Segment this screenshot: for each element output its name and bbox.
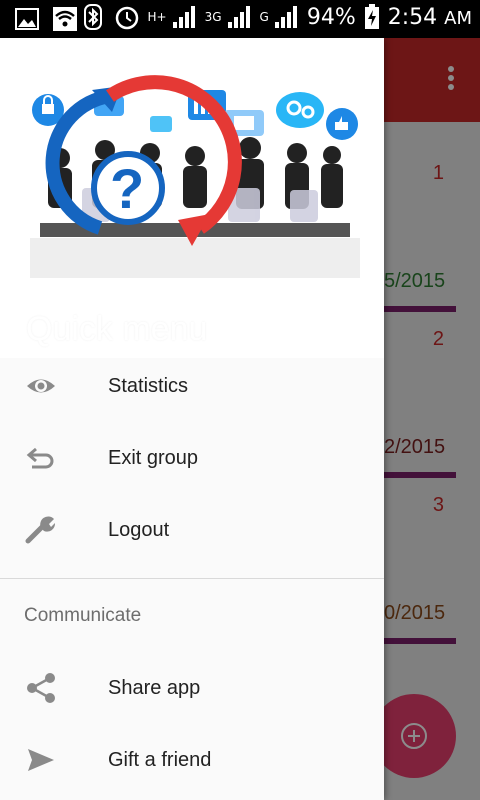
share-icon <box>27 673 55 703</box>
menu-item-gift-a-friend[interactable]: Gift a friend <box>0 728 384 792</box>
clock-time: 2:54 <box>387 4 438 30</box>
drawer-header: ? Quick menu <box>0 38 384 358</box>
image-notification-icon <box>15 8 39 30</box>
alarm-icon <box>115 6 138 30</box>
clock-ampm: AM <box>444 7 472 29</box>
drawer-header-title: Quick menu <box>26 310 208 348</box>
wifi-lock-icon <box>53 7 77 31</box>
menu-label-exit-group: Exit group <box>108 446 199 469</box>
wrench-icon <box>25 516 56 544</box>
network-type-label-3: G <box>259 10 269 24</box>
status-bar: H+ 3G G 94% 2:54 AM <box>0 0 480 38</box>
menu-item-share-app[interactable]: Share app <box>0 656 384 720</box>
eye-icon <box>27 379 55 393</box>
menu-item-logout[interactable]: Logout <box>0 498 384 562</box>
menu-label-gift-a-friend: Gift a friend <box>108 748 212 771</box>
menu-item-exit-group[interactable]: Exit group <box>0 426 384 490</box>
battery-charging-icon <box>364 4 379 29</box>
bluetooth-icon <box>83 4 102 30</box>
menu-divider <box>0 578 384 579</box>
navigation-drawer: ? Quick menu Statistics Exit group Logou… <box>0 38 384 800</box>
undo-icon <box>26 447 54 469</box>
section-header-communicate: Communicate <box>24 605 142 626</box>
clock: 2:54 AM <box>388 5 472 30</box>
signal-icon-2 <box>227 6 250 28</box>
network-type-label: H+ <box>147 10 167 24</box>
network-type-label-2: 3G <box>204 10 222 24</box>
signal-icon-3 <box>274 6 297 28</box>
menu-label-statistics: Statistics <box>108 374 189 397</box>
battery-percent: 94% <box>306 4 356 30</box>
send-icon <box>28 749 54 771</box>
signal-icon <box>172 6 195 28</box>
menu-label-share-app: Share app <box>108 676 201 699</box>
menu-label-logout: Logout <box>108 518 170 541</box>
menu-item-statistics[interactable]: Statistics <box>0 354 384 418</box>
svg-text:?: ? <box>110 157 144 220</box>
